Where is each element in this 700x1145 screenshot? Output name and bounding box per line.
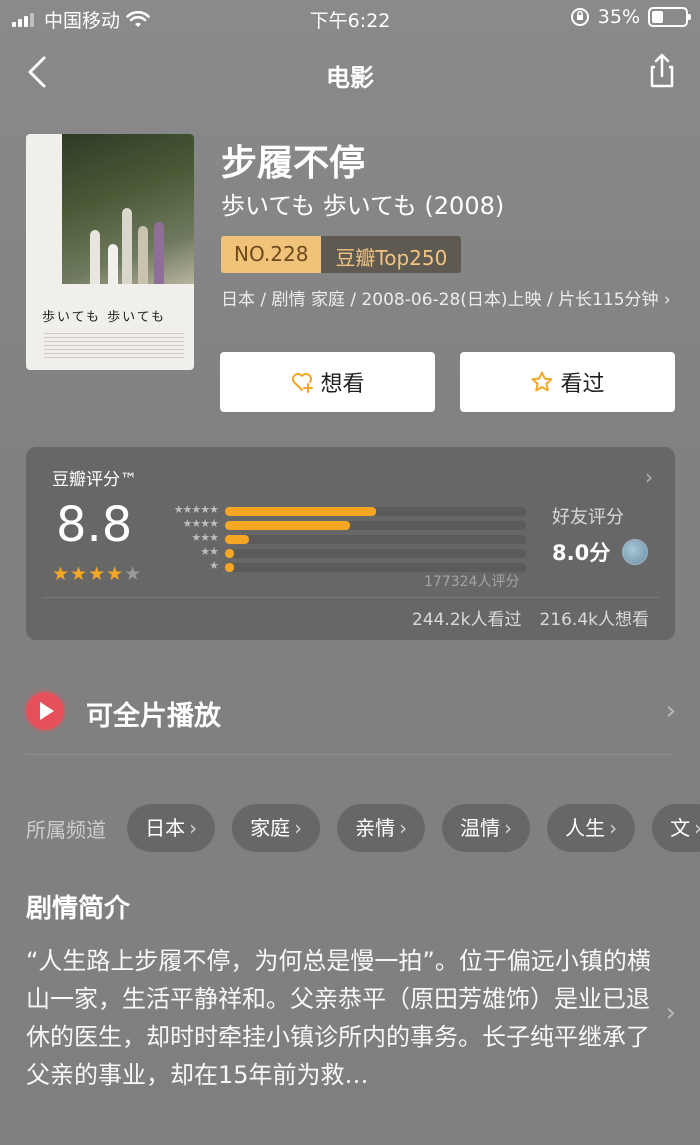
rank-number: NO.228: [221, 236, 322, 273]
channel-chip[interactable]: 温情 ›: [442, 804, 531, 852]
rank-list-name: 豆瓣Top250: [321, 236, 462, 273]
rating-bar-track: [225, 521, 526, 530]
rating-bar-track: [225, 549, 526, 558]
play-full-row[interactable]: 可全片播放 ›: [26, 692, 676, 732]
channel-label: 家庭: [250, 816, 291, 840]
channels-label: 所属频道: [26, 817, 106, 842]
chevron-right-icon: ›: [294, 816, 303, 840]
heart-plus-icon: [292, 373, 314, 393]
rating-bar-fill: [225, 507, 376, 516]
movie-title: 步履不停: [221, 143, 366, 184]
rating-bar-fill: [225, 549, 235, 558]
half-star-icon: ★: [124, 563, 143, 585]
battery-percent: 35%: [597, 6, 640, 28]
seen-count: 244.2k人看过: [411, 610, 522, 630]
rating-bar-track: [225, 535, 526, 544]
share-icon[interactable]: [644, 50, 680, 90]
chevron-right-icon: ›: [645, 465, 653, 489]
want-to-watch-button[interactable]: 想看: [220, 352, 435, 412]
rating-bar-fill: [225, 563, 235, 572]
chevron-right-icon[interactable]: ›: [666, 998, 676, 1028]
channel-label: 亲情: [355, 816, 396, 840]
rating-brand: 豆瓣评分™: [52, 470, 137, 490]
channel-label: 文: [670, 816, 691, 840]
friend-rating[interactable]: 好友评分 8.0分: [552, 503, 649, 567]
rating-bar-stars: ★★: [200, 545, 219, 558]
channel-chip[interactable]: 家庭 ›: [232, 804, 321, 852]
channel-chip[interactable]: 人生 ›: [547, 804, 636, 852]
seen-label: 看过: [560, 372, 605, 397]
nav-bar: 电影: [0, 44, 700, 100]
chevron-right-icon: ›: [189, 816, 198, 840]
synopsis-text[interactable]: “人生路上步履不停，为何总是慢一拍”。位于偏远小镇的横山一家，生活平静祥和。父亲…: [26, 942, 656, 1094]
status-right: 35%: [570, 6, 691, 28]
rating-bar-stars: ★: [209, 559, 219, 572]
channel-chip[interactable]: 日本 ›: [127, 804, 216, 852]
play-icon: [26, 692, 64, 730]
watched-button[interactable]: 看过: [460, 352, 675, 412]
poster-photo: [62, 134, 194, 284]
page-title: 电影: [326, 64, 374, 92]
rating-bar-stars: ★★★: [191, 531, 219, 544]
chevron-right-icon: ›: [399, 816, 408, 840]
movie-meta[interactable]: 日本 / 剧情 家庭 / 2008-06-28(日本)上映 / 片长115分钟 …: [221, 289, 671, 311]
rating-stars: ★★★★★: [52, 563, 143, 585]
poster-title: 歩いても 歩いても: [42, 310, 167, 325]
status-bar: 中国移动 下午6:22 35%: [0, 0, 700, 36]
movie-detail-page: 中国移动 下午6:22 35% 电影 歩いても 歩いても 步履不停 歩いても 歩…: [0, 0, 700, 1145]
channel-label: 温情: [460, 816, 501, 840]
rating-count: 177324人评分: [424, 574, 520, 590]
channels-row: 所属频道 日本›家庭›亲情›温情›人生›文›: [26, 804, 700, 852]
want-count: 216.4k人想看: [539, 610, 649, 630]
divider: [26, 754, 674, 755]
channel-label: 日本: [145, 816, 186, 840]
chevron-right-icon: ›: [504, 816, 513, 840]
rating-distribution: ★★★★★ ★★★★ ★★★ ★★ ★: [156, 503, 528, 575]
battery-icon: [648, 7, 691, 27]
rating-bar-fill: [225, 535, 250, 544]
friend-rating-score: 8.0分: [552, 541, 611, 565]
rating-bar-stars: ★★★★★: [173, 503, 219, 516]
poster-credits: [44, 330, 184, 360]
channel-chip[interactable]: 文›: [652, 804, 700, 852]
play-label: 可全片播放: [86, 701, 221, 732]
watch-stats: 244.2k人看过 216.4k人想看: [412, 605, 649, 630]
chevron-right-icon: ›: [694, 816, 700, 840]
top250-badge[interactable]: NO.228 豆瓣Top250: [221, 236, 462, 273]
channel-chip[interactable]: 亲情 ›: [337, 804, 426, 852]
movie-original-title: 歩いても 歩いても (2008): [221, 192, 505, 220]
chevron-right-icon: ›: [609, 816, 618, 840]
chevron-right-icon: ›: [665, 696, 676, 726]
orientation-lock-icon: [570, 8, 589, 26]
rating-bar-fill: [225, 521, 350, 530]
rating-score: 8.8: [56, 497, 133, 553]
channel-label: 人生: [565, 816, 606, 840]
rating-bar-stars: ★★★★: [182, 517, 219, 530]
divider: [42, 597, 659, 598]
want-label: 想看: [320, 372, 365, 397]
star-outline-icon: [532, 371, 553, 392]
movie-poster[interactable]: 歩いても 歩いても: [26, 134, 194, 370]
rating-bar-track: [225, 507, 526, 516]
synopsis-heading: 剧情简介: [26, 894, 131, 924]
avatar: [622, 539, 649, 565]
rating-card[interactable]: 豆瓣评分™ › 8.8 ★★★★★ ★★★★★ ★★★★ ★★★ ★★ ★ 177324…: [26, 447, 675, 640]
friend-rating-label: 好友评分: [552, 507, 624, 528]
